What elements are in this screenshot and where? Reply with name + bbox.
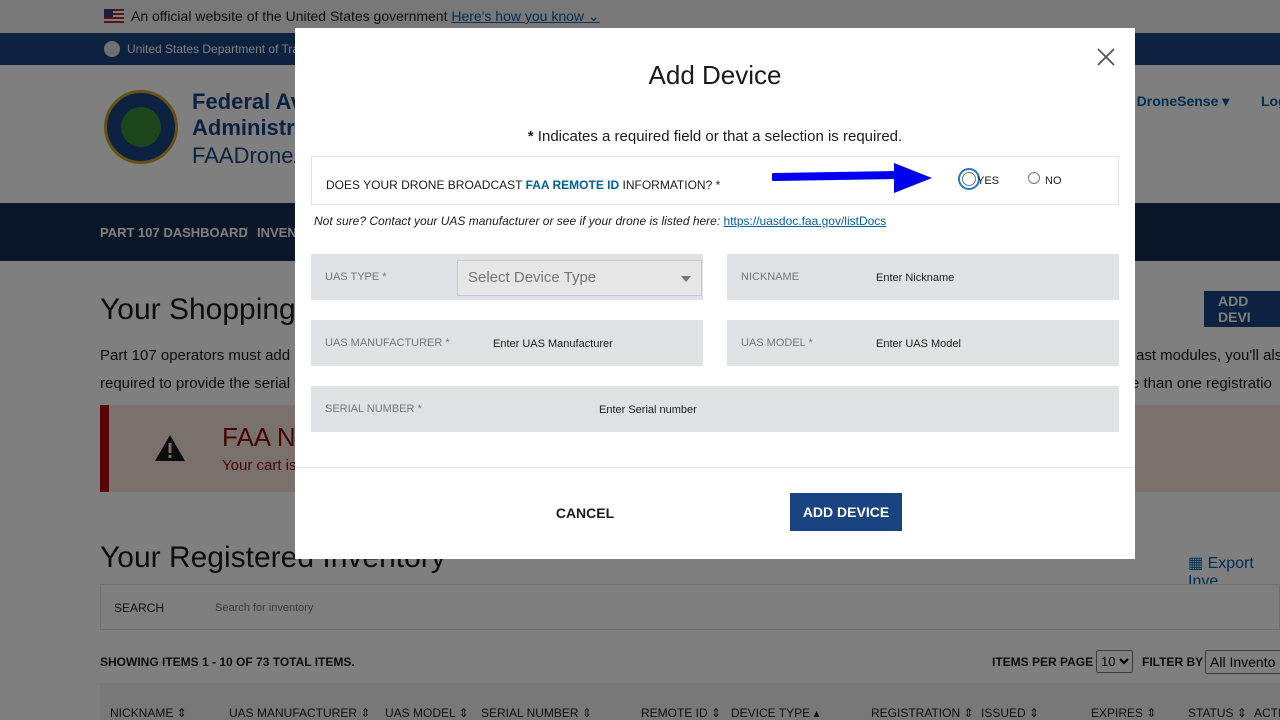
uas-type-select-value: Select Device Type bbox=[468, 269, 597, 286]
faa-remote-id-link[interactable]: FAA REMOTE ID bbox=[526, 178, 620, 192]
uas-type-label: UAS TYPE * bbox=[325, 271, 387, 283]
nickname-field: NICKNAME bbox=[727, 254, 1119, 300]
annotation-arrow-icon bbox=[772, 163, 932, 193]
add-device-button[interactable]: ADD DEVICE bbox=[790, 493, 902, 531]
caret-down-icon bbox=[681, 276, 691, 282]
nickname-label: NICKNAME bbox=[741, 271, 800, 283]
uasdoc-link[interactable]: https://uasdoc.faa.gov/listDocs bbox=[724, 214, 887, 228]
remote-id-hint: Not sure? Contact your UAS manufacturer … bbox=[314, 214, 886, 228]
question-text-start: DOES YOUR DRONE BROADCAST bbox=[326, 178, 526, 192]
remote-id-no-radio[interactable] bbox=[1028, 172, 1040, 184]
uas-manufacturer-label: UAS MANUFACTURER * bbox=[325, 337, 450, 349]
modal-divider bbox=[295, 467, 1135, 468]
hint-text: Not sure? Contact your UAS manufacturer … bbox=[314, 214, 724, 228]
uas-model-field: UAS MODEL * bbox=[727, 320, 1119, 366]
close-icon bbox=[1097, 48, 1115, 66]
nickname-input[interactable] bbox=[874, 266, 1108, 290]
required-field-note: * Indicates a required field or that a s… bbox=[295, 128, 1135, 145]
uas-model-label: UAS MODEL * bbox=[741, 337, 813, 349]
cancel-button[interactable]: CANCEL bbox=[545, 502, 625, 524]
remote-id-no-label[interactable]: NO bbox=[1045, 175, 1062, 187]
uas-type-select[interactable]: Select Device Type bbox=[457, 260, 702, 296]
question-text-end: INFORMATION? * bbox=[619, 178, 721, 192]
add-device-modal: Add Device * Indicates a required field … bbox=[295, 28, 1135, 559]
serial-number-input[interactable] bbox=[597, 398, 1101, 422]
serial-number-label: SERIAL NUMBER * bbox=[325, 403, 422, 415]
close-button[interactable] bbox=[1095, 46, 1117, 68]
remote-id-question: DOES YOUR DRONE BROADCAST FAA REMOTE ID … bbox=[311, 156, 1119, 205]
serial-number-field: SERIAL NUMBER * bbox=[311, 386, 1119, 432]
remote-id-yes-label[interactable]: YES bbox=[977, 175, 999, 187]
modal-title: Add Device bbox=[648, 60, 782, 90]
uas-type-field: UAS TYPE * Select Device Type bbox=[311, 254, 703, 300]
uas-manufacturer-input[interactable] bbox=[491, 332, 695, 356]
uas-manufacturer-field: UAS MANUFACTURER * bbox=[311, 320, 703, 366]
required-note-text: Indicates a required field or that a sel… bbox=[533, 128, 903, 145]
uas-model-input[interactable] bbox=[874, 332, 1108, 356]
remote-id-question-text: DOES YOUR DRONE BROADCAST FAA REMOTE ID … bbox=[326, 178, 720, 192]
remote-id-yes-radio[interactable] bbox=[962, 172, 976, 186]
